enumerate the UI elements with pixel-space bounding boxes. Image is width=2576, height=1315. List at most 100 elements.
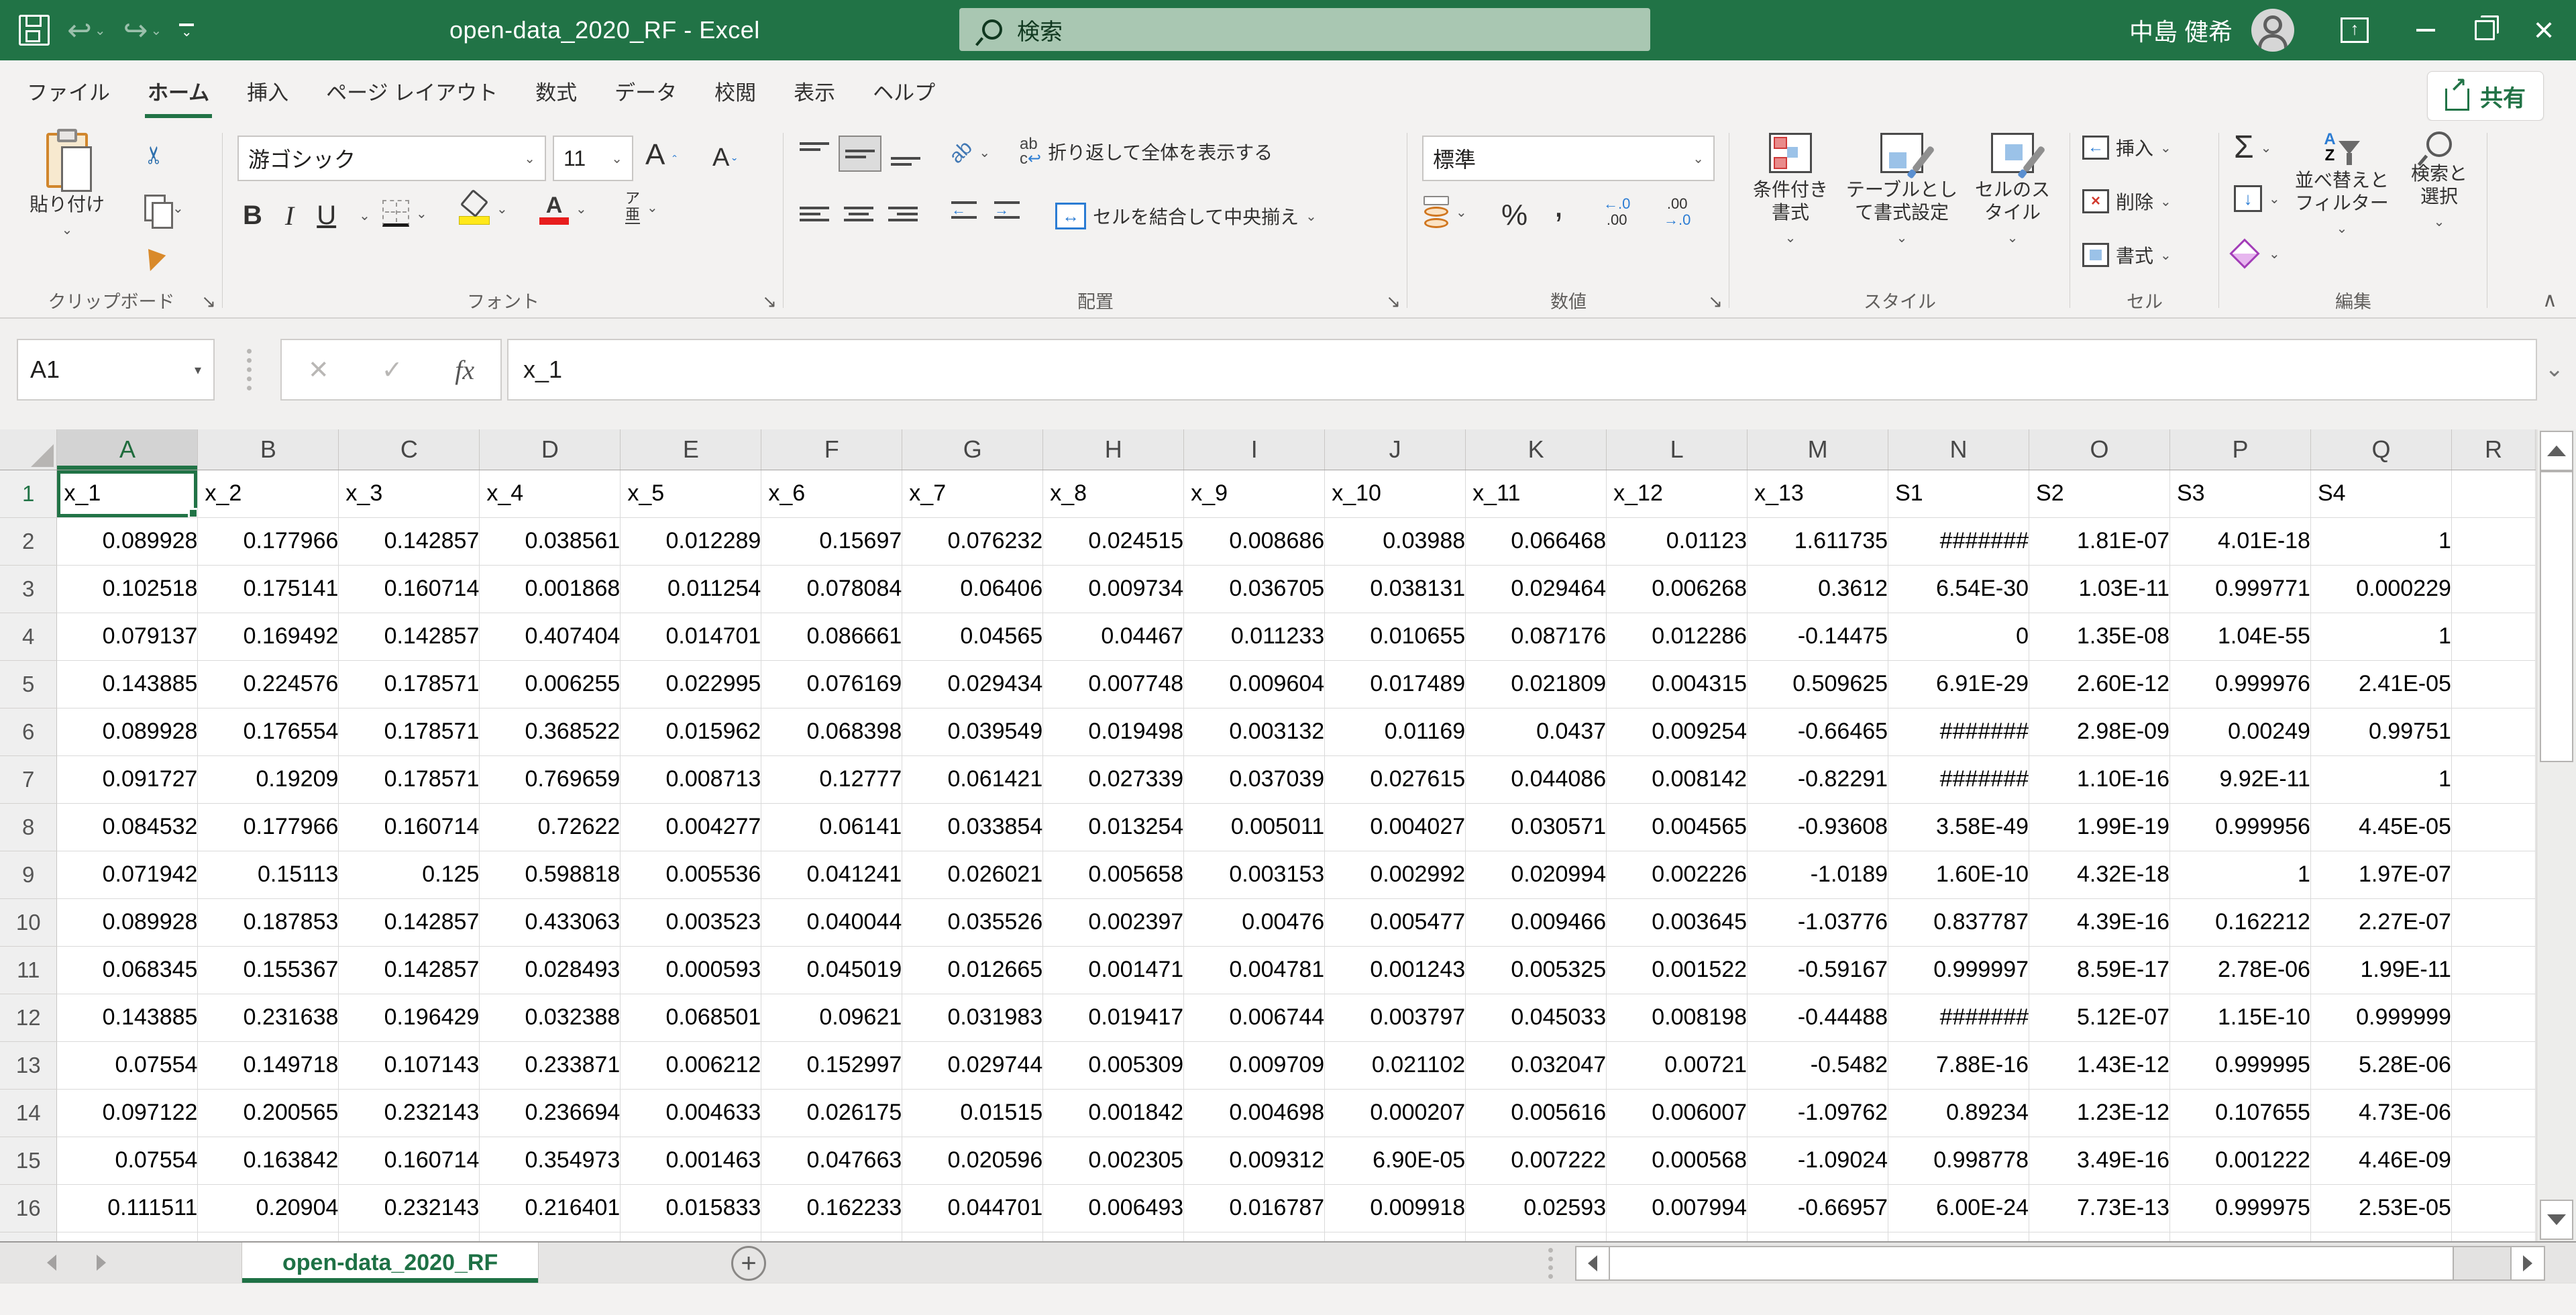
cell-K2[interactable]: 0.066468: [1465, 517, 1607, 566]
cell-A5[interactable]: 0.143885: [56, 660, 199, 708]
cell-I10[interactable]: 0.00476: [1183, 898, 1326, 947]
cell-L13[interactable]: 0.00721: [1606, 1041, 1748, 1090]
redo-button[interactable]: ↪ ⌄: [123, 13, 162, 48]
cell-D16[interactable]: 0.216401: [479, 1184, 621, 1232]
cell-N13[interactable]: 7.88E-16: [1888, 1041, 2030, 1090]
chevron-down-icon[interactable]: ⌄: [1305, 208, 1317, 225]
cell-B6[interactable]: 0.176554: [197, 708, 339, 756]
cell-C15[interactable]: 0.160714: [338, 1137, 480, 1185]
chevron-down-icon[interactable]: ⌄: [2434, 213, 2445, 230]
cell-Q4[interactable]: 1: [2310, 613, 2452, 661]
cell-I7[interactable]: 0.037039: [1183, 755, 1326, 804]
cell-I14[interactable]: 0.004698: [1183, 1089, 1326, 1137]
fill-handle[interactable]: [188, 507, 197, 517]
customize-qat-button[interactable]: ⌄: [179, 23, 195, 39]
chevron-down-icon[interactable]: ⌄: [95, 22, 106, 39]
cell-H13[interactable]: 0.005309: [1042, 1041, 1185, 1090]
cell-O2[interactable]: 1.81E-07: [2029, 517, 2170, 566]
cell-B10[interactable]: 0.187853: [197, 898, 339, 947]
vertical-scrollbar[interactable]: [2536, 429, 2576, 1241]
cell-O10[interactable]: 4.39E-16: [2029, 898, 2170, 947]
cell-P11[interactable]: 2.78E-06: [2169, 946, 2311, 994]
chevron-down-icon[interactable]: ⌄: [359, 207, 370, 224]
cell-B1[interactable]: x_2: [197, 470, 339, 518]
cell-R14[interactable]: [2451, 1089, 2536, 1137]
cell-L4[interactable]: 0.012286: [1606, 613, 1748, 661]
cell-Q16[interactable]: 2.53E-05: [2310, 1184, 2452, 1232]
cell-M10[interactable]: -1.03776: [1747, 898, 1889, 947]
cell-K16[interactable]: 0.02593: [1465, 1184, 1607, 1232]
cell-L5[interactable]: 0.004315: [1606, 660, 1748, 708]
format-painter-button[interactable]: [141, 249, 166, 274]
cell-F15[interactable]: 0.047663: [761, 1137, 903, 1185]
row-header-4[interactable]: 4: [0, 613, 58, 661]
cell-O16[interactable]: 7.73E-13: [2029, 1184, 2170, 1232]
cell-P15[interactable]: 0.001222: [2169, 1137, 2311, 1185]
cell-E10[interactable]: 0.003523: [620, 898, 762, 947]
cell-J17[interactable]: [1324, 1232, 1466, 1241]
row-header-12[interactable]: 12: [0, 994, 58, 1042]
cell-E2[interactable]: 0.012289: [620, 517, 762, 566]
add-sheet-button[interactable]: +: [731, 1246, 766, 1281]
cell-H8[interactable]: 0.013254: [1042, 803, 1185, 851]
collapse-ribbon-icon[interactable]: ∧: [2542, 288, 2557, 312]
cell-D14[interactable]: 0.236694: [479, 1089, 621, 1137]
cell-K10[interactable]: 0.009466: [1465, 898, 1607, 947]
chevron-down-icon[interactable]: ⌄: [1896, 229, 1908, 246]
cell-D12[interactable]: 0.032388: [479, 994, 621, 1042]
row-header-11[interactable]: 11: [0, 946, 58, 994]
insert-function-icon[interactable]: fx: [455, 354, 474, 386]
cell-E11[interactable]: 0.000593: [620, 946, 762, 994]
cell-N9[interactable]: 1.60E-10: [1888, 851, 2030, 899]
chevron-down-icon[interactable]: ⌄: [2160, 247, 2171, 264]
cell-J10[interactable]: 0.005477: [1324, 898, 1466, 947]
formula-bar-resize-handle[interactable]: [247, 349, 252, 390]
orientation-button[interactable]: ab ⌄: [945, 136, 990, 168]
cell-N14[interactable]: 0.89234: [1888, 1089, 2030, 1137]
borders-button[interactable]: ⌄: [382, 200, 427, 227]
ribbon-tab-2[interactable]: 挿入: [228, 60, 307, 121]
avatar[interactable]: [2251, 9, 2294, 52]
cell-Q8[interactable]: 4.45E-05: [2310, 803, 2452, 851]
cell-L17[interactable]: [1606, 1232, 1748, 1241]
cell-N12[interactable]: #######: [1888, 994, 2030, 1042]
dialog-launcher-icon[interactable]: ↘: [762, 291, 777, 312]
cell-L2[interactable]: 0.01123: [1606, 517, 1748, 566]
next-sheet-icon[interactable]: [97, 1255, 106, 1271]
cell-H2[interactable]: 0.024515: [1042, 517, 1185, 566]
cell-P9[interactable]: 1: [2169, 851, 2311, 899]
cell-I12[interactable]: 0.006744: [1183, 994, 1326, 1042]
cell-Q1[interactable]: S4: [2310, 470, 2452, 518]
cell-H12[interactable]: 0.019417: [1042, 994, 1185, 1042]
cell-P1[interactable]: S3: [2169, 470, 2311, 518]
merge-center-button[interactable]: ↔ セルを結合して中央揃え ⌄: [1055, 203, 1317, 229]
cell-E13[interactable]: 0.006212: [620, 1041, 762, 1090]
cell-D3[interactable]: 0.001868: [479, 565, 621, 613]
cell-B2[interactable]: 0.177966: [197, 517, 339, 566]
cell-H7[interactable]: 0.027339: [1042, 755, 1185, 804]
cell-D8[interactable]: 0.72622: [479, 803, 621, 851]
cell-G6[interactable]: 0.039549: [902, 708, 1044, 756]
cell-G4[interactable]: 0.04565: [902, 613, 1044, 661]
column-header-R[interactable]: R: [2451, 429, 2536, 470]
cell-J6[interactable]: 0.01169: [1324, 708, 1466, 756]
cell-J15[interactable]: 6.90E-05: [1324, 1137, 1466, 1185]
cell-J4[interactable]: 0.010655: [1324, 613, 1466, 661]
cell-B16[interactable]: 0.20904: [197, 1184, 339, 1232]
cell-G17[interactable]: [902, 1232, 1044, 1241]
column-header-M[interactable]: M: [1747, 429, 1889, 470]
cell-N17[interactable]: [1888, 1232, 2030, 1241]
row-header-3[interactable]: 3: [0, 565, 58, 613]
cell-H9[interactable]: 0.005658: [1042, 851, 1185, 899]
cell-D4[interactable]: 0.407404: [479, 613, 621, 661]
cell-R10[interactable]: [2451, 898, 2536, 947]
cell-H5[interactable]: 0.007748: [1042, 660, 1185, 708]
cell-E9[interactable]: 0.005536: [620, 851, 762, 899]
cell-K14[interactable]: 0.005616: [1465, 1089, 1607, 1137]
cell-I15[interactable]: 0.009312: [1183, 1137, 1326, 1185]
cell-E7[interactable]: 0.008713: [620, 755, 762, 804]
copy-button[interactable]: ⌄: [144, 195, 184, 229]
cell-E17[interactable]: [620, 1232, 762, 1241]
cell-A7[interactable]: 0.091727: [56, 755, 199, 804]
cell-G11[interactable]: 0.012665: [902, 946, 1044, 994]
